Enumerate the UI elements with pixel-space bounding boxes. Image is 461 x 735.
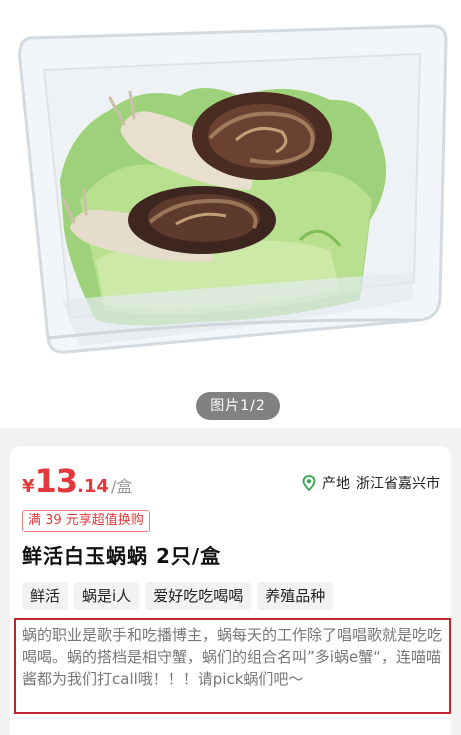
product-detail-page: 图片1/2 ¥ 13 .14 /盒 产地 浙江省嘉兴市 满 39 元享超值换购 … (0, 0, 461, 735)
product-image-gallery[interactable]: 图片1/2 (0, 0, 461, 428)
product-info-card: ¥ 13 .14 /盒 产地 浙江省嘉兴市 满 39 元享超值换购 鲜活白玉蜗蜗… (10, 446, 451, 735)
price-integer: 13 (34, 462, 79, 500)
tag-list: 鲜活 蜗是i人 爱好吃吃喝喝 养殖品种 (22, 582, 334, 610)
image-page-indicator: 图片1/2 (196, 392, 280, 420)
price-currency: ¥ (22, 476, 35, 497)
location-pin-icon (302, 475, 316, 491)
origin-info[interactable]: 产地 浙江省嘉兴市 (302, 472, 448, 494)
promo-badge[interactable]: 满 39 元享超值换购 (22, 510, 150, 532)
tag-item[interactable]: 鲜活 (22, 582, 69, 610)
origin-value: 浙江省嘉兴市 (356, 476, 440, 492)
product-photo (18, 24, 448, 354)
price-decimal: .14 (77, 476, 109, 497)
tag-item[interactable]: 爱好吃吃喝喝 (145, 582, 252, 610)
product-title: 鲜活白玉蜗蜗 2只/盒 (22, 544, 222, 568)
origin-label: 产地 (322, 476, 350, 492)
product-description: 蜗的职业是歌手和吃播博主，蜗每天的工作除了唱唱歌就是吃吃喝喝。蜗的搭档是相守蟹，… (22, 626, 443, 688)
description-highlight: 蜗的职业是歌手和吃播博主，蜗每天的工作除了唱唱歌就是吃吃喝喝。蜗的搭档是相守蟹，… (14, 618, 451, 714)
tag-item[interactable]: 养殖品种 (257, 582, 334, 610)
tag-item[interactable]: 蜗是i人 (74, 582, 140, 610)
price: ¥ 13 .14 /盒 (22, 462, 133, 500)
price-unit: /盒 (110, 477, 133, 496)
